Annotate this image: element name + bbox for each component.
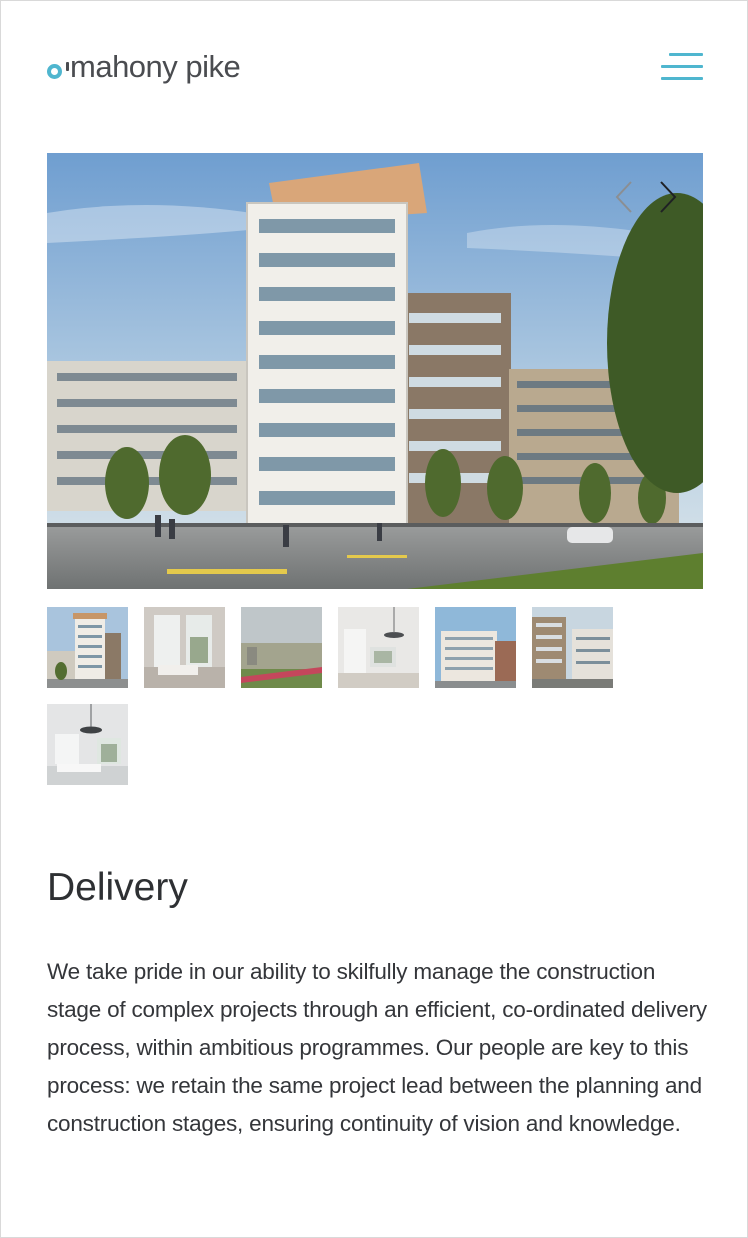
logo-apostrophe-mark (66, 61, 69, 71)
thumb-tower-exterior[interactable] (47, 607, 128, 688)
logo[interactable]: mahony pike (47, 47, 241, 87)
section-body-text: We take pride in our ability to skilfull… (47, 959, 707, 1136)
thumb-bedroom[interactable] (47, 704, 128, 785)
thumb-aerial-view[interactable] (241, 607, 322, 688)
section-title: Delivery (47, 866, 188, 909)
thumb-courtyard[interactable] (532, 607, 613, 688)
chevron-left-icon[interactable] (611, 179, 639, 215)
project-description: Delivery We take pride in our ability to… (47, 861, 707, 1143)
menu-bar-middle (661, 65, 703, 68)
logo-circle-mark (47, 63, 62, 79)
thumb-blue-facade[interactable] (435, 607, 516, 688)
hamburger-menu-icon[interactable] (659, 53, 703, 81)
menu-bar-bottom (661, 77, 703, 80)
chevron-right-icon[interactable] (653, 179, 681, 215)
logo-text: mahony pike (70, 49, 241, 84)
site-header: mahony pike (47, 43, 703, 91)
thumb-living-room[interactable] (144, 607, 225, 688)
menu-bar-top (669, 53, 703, 56)
hero-image-slider[interactable] (47, 153, 703, 589)
thumb-kitchen-interior[interactable] (338, 607, 419, 688)
hero-building-rendering (47, 153, 703, 589)
